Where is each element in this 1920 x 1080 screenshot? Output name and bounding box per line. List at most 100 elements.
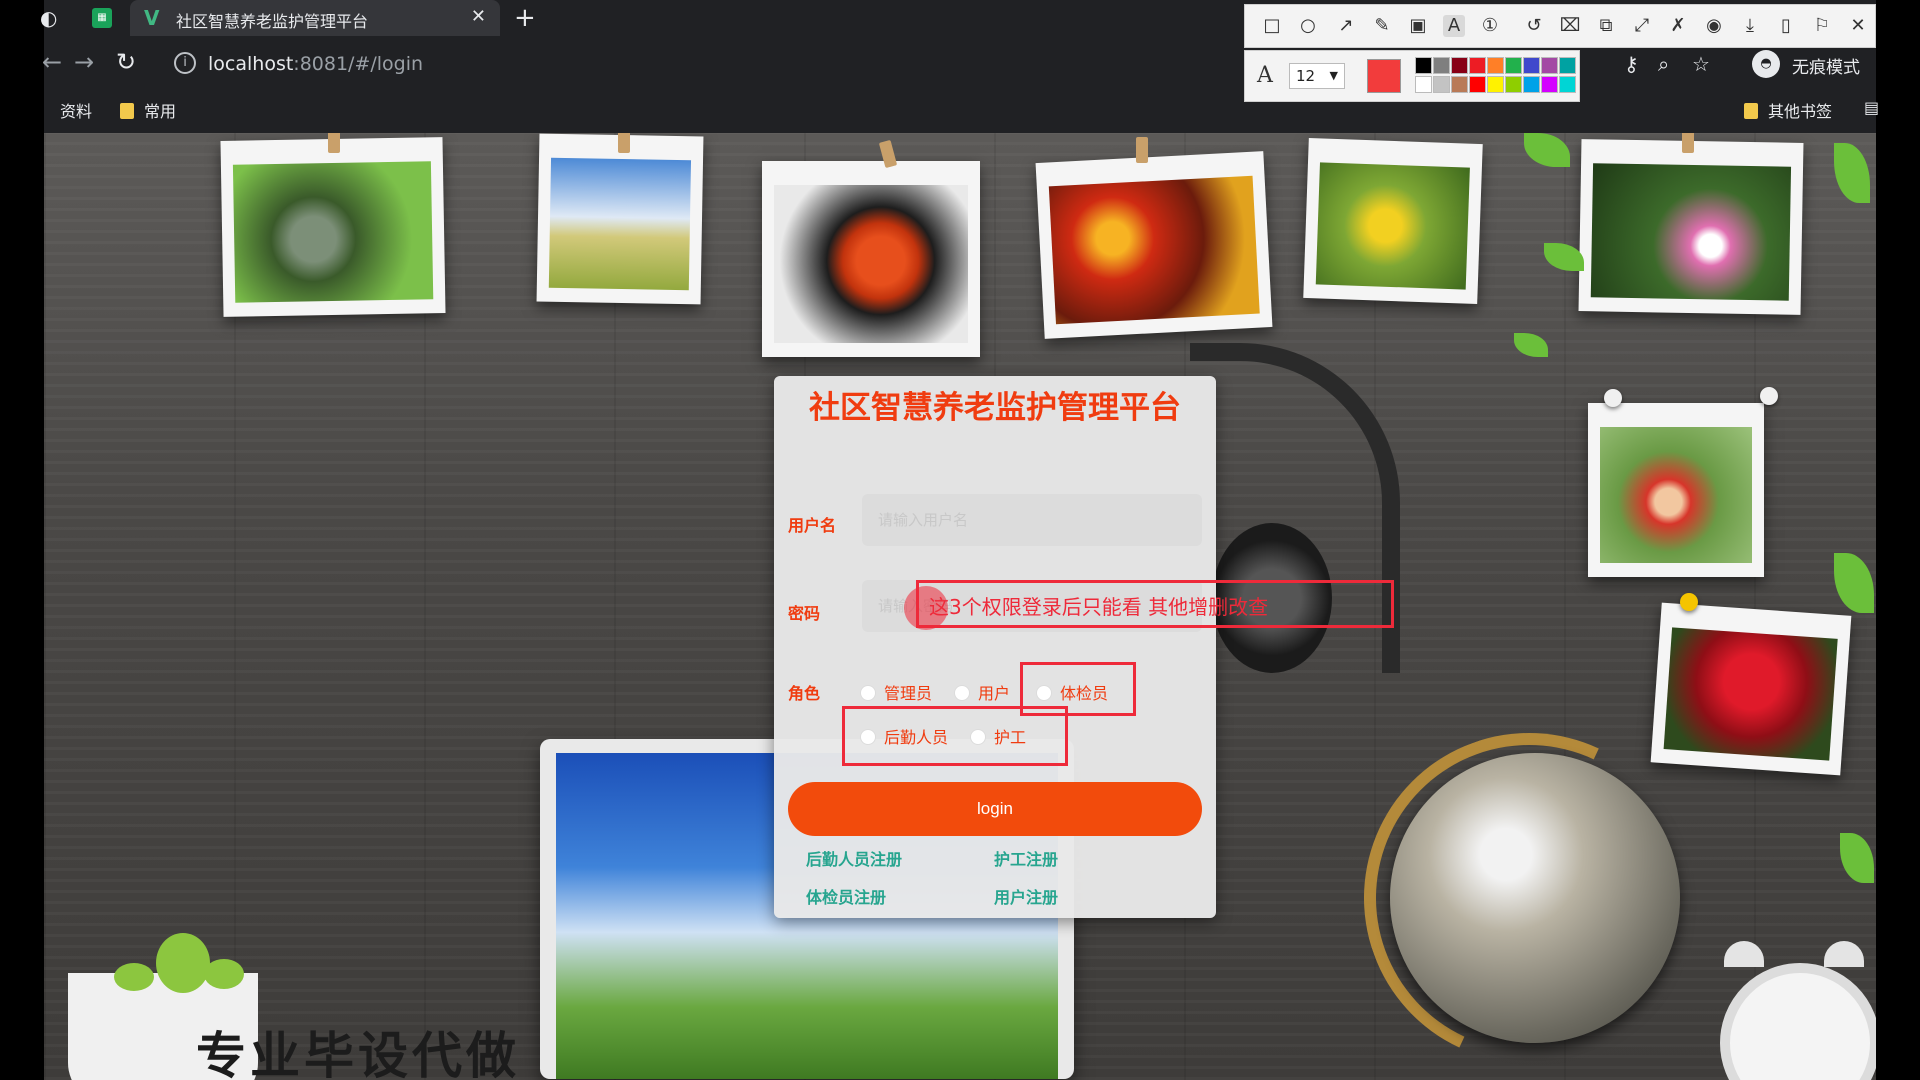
color-swatch[interactable] — [1451, 57, 1468, 74]
photo-frame — [1588, 403, 1764, 577]
annotation-toolbar: □ ○ ↗ ✎ ▣ A ① ↺ ⌧ ⧉ ⤢ ✗ ◉ ⤓ ▯ ⚐ ✕ — [1244, 4, 1876, 48]
photo-frame — [220, 137, 446, 317]
pin-icon[interactable]: ✗ — [1667, 15, 1689, 37]
annotation-note-text: 这3个权限登录后只能看 其他增删改查 — [929, 595, 1269, 619]
new-tab-icon[interactable]: + — [514, 3, 536, 33]
register-logistics-link[interactable]: 后勤人员注册 — [806, 846, 902, 870]
alarm-clock-decoration — [1720, 963, 1876, 1080]
annotation-box-logistics-caregiver — [842, 706, 1068, 766]
radio-icon — [954, 685, 970, 701]
ellipse-tool-icon[interactable]: ○ — [1297, 15, 1319, 37]
bookmark-changyong[interactable]: 常用 — [120, 98, 176, 122]
reading-list-icon[interactable]: ▤ — [1864, 98, 1879, 117]
clip-icon — [328, 133, 340, 153]
reload-icon[interactable]: ↻ — [116, 48, 136, 76]
login-button[interactable]: login — [788, 782, 1202, 836]
register-examiner-link[interactable]: 体检员注册 — [806, 884, 886, 908]
save-icon[interactable]: ▯ — [1775, 15, 1797, 37]
clip-icon — [1682, 133, 1694, 153]
key-icon[interactable]: ⚷ — [1624, 52, 1639, 76]
incognito-icon: ◓ — [1752, 50, 1780, 78]
annotation-cursor-icon — [904, 586, 948, 630]
expand-icon[interactable]: ⤢ — [1631, 15, 1653, 37]
number-tool-icon[interactable]: ① — [1479, 15, 1501, 37]
background-caption: 专业毕设代做 — [196, 1027, 520, 1080]
color-swatch[interactable] — [1541, 57, 1558, 74]
tab-close-icon[interactable]: ✕ — [471, 6, 486, 27]
arrow-tool-icon[interactable]: ↗ — [1335, 15, 1357, 37]
browser-toolbar: ← → ↻ i localhost:8081/#/login — [42, 44, 1876, 86]
register-caregiver-link[interactable]: 护工注册 — [994, 846, 1058, 870]
username-input[interactable] — [862, 494, 1202, 546]
sheet-app-icon[interactable]: ▦ — [92, 8, 112, 28]
close-icon[interactable]: ✕ — [1847, 15, 1869, 37]
font-size-select[interactable]: 12 ▼ — [1289, 63, 1345, 89]
letterbox-right — [1876, 0, 1920, 1080]
download-icon[interactable]: ⤓ — [1739, 15, 1761, 37]
bookmark-other[interactable]: 其他书签 — [1744, 98, 1832, 122]
address-bar[interactable]: i localhost:8081/#/login — [160, 48, 1260, 82]
back-icon[interactable]: ← — [42, 48, 62, 76]
color-swatch[interactable] — [1433, 57, 1450, 74]
color-swatch[interactable] — [1505, 76, 1522, 93]
bookmark-ziliao[interactable]: 资料 — [60, 98, 92, 122]
star-icon[interactable]: ☆ — [1692, 52, 1710, 76]
clock-bell-decoration — [1724, 941, 1764, 967]
register-user-link[interactable]: 用户注册 — [994, 884, 1058, 908]
color-swatch[interactable] — [1469, 57, 1486, 74]
photo-frame — [1303, 138, 1483, 304]
photo-frame — [762, 161, 980, 357]
color-swatch[interactable] — [1523, 76, 1540, 93]
plant-leaf-decoration — [156, 933, 210, 993]
color-swatch[interactable] — [1415, 57, 1432, 74]
leaf-decoration — [1834, 143, 1870, 203]
color-swatch[interactable] — [1541, 76, 1558, 93]
color-swatch[interactable] — [1487, 76, 1504, 93]
annotation-note-box: 这3个权限登录后只能看 其他增删改查 — [916, 580, 1394, 628]
font-icon[interactable]: A — [1257, 63, 1273, 88]
folder-icon — [120, 103, 134, 119]
text-tool-icon[interactable]: A — [1443, 15, 1465, 37]
site-info-icon[interactable]: i — [174, 52, 196, 74]
undo-icon[interactable]: ↺ — [1523, 15, 1545, 37]
current-color-swatch[interactable] — [1367, 59, 1401, 93]
mosaic-tool-icon[interactable]: ▣ — [1407, 15, 1429, 37]
plant-leaf-decoration — [204, 959, 244, 989]
password-label: 密码 — [788, 604, 821, 623]
role-radio-user[interactable]: 用户 — [954, 680, 1010, 704]
folder-icon — [1744, 103, 1758, 119]
forward-icon[interactable]: → — [74, 48, 94, 76]
rectangle-tool-icon[interactable]: □ — [1261, 15, 1283, 37]
translate-icon[interactable]: ⧉ — [1595, 15, 1617, 37]
username-label: 用户名 — [788, 516, 837, 535]
browser-menu-icon[interactable]: ◐ — [40, 6, 57, 30]
incognito-indicator[interactable]: ◓ 无痕模式 — [1752, 48, 1920, 82]
color-swatch[interactable] — [1469, 76, 1486, 93]
vue-favicon-icon: V — [144, 6, 160, 30]
plant-leaf-decoration — [114, 963, 154, 991]
role-radio-admin[interactable]: 管理员 — [860, 680, 932, 704]
color-swatch[interactable] — [1451, 76, 1468, 93]
login-card: 社区智慧养老监护管理平台 用户名 密码 角色 管理员 用户 体检员 后勤人员 护… — [774, 376, 1216, 918]
color-swatch[interactable] — [1487, 57, 1504, 74]
color-swatch[interactable] — [1433, 76, 1450, 93]
color-swatch[interactable] — [1505, 57, 1522, 74]
tab-title: 社区智慧养老监护管理平台 — [176, 12, 369, 31]
zoom-icon[interactable]: ⌕ — [1658, 52, 1669, 76]
pin-icon — [1604, 389, 1622, 407]
letterbox-left — [0, 0, 44, 1080]
annotation-style-panel: A 12 ▼ — [1244, 50, 1580, 102]
leaf-decoration — [1840, 833, 1874, 883]
tab-active[interactable]: V 社区智慧养老监护管理平台 ✕ — [130, 0, 500, 36]
color-swatch[interactable] — [1559, 57, 1576, 74]
color-swatch[interactable] — [1415, 76, 1432, 93]
leaf-decoration — [1834, 553, 1874, 613]
record-icon[interactable]: ◉ — [1703, 15, 1725, 37]
color-swatch[interactable] — [1523, 57, 1540, 74]
crop-icon[interactable]: ⌧ — [1559, 15, 1581, 37]
leaf-decoration — [1524, 133, 1570, 167]
bookmarks-bar: 资料 常用 其他书签 ▤ — [44, 94, 1879, 128]
color-swatch[interactable] — [1559, 76, 1576, 93]
bookmark-icon[interactable]: ⚐ — [1811, 15, 1833, 37]
pen-tool-icon[interactable]: ✎ — [1371, 15, 1393, 37]
